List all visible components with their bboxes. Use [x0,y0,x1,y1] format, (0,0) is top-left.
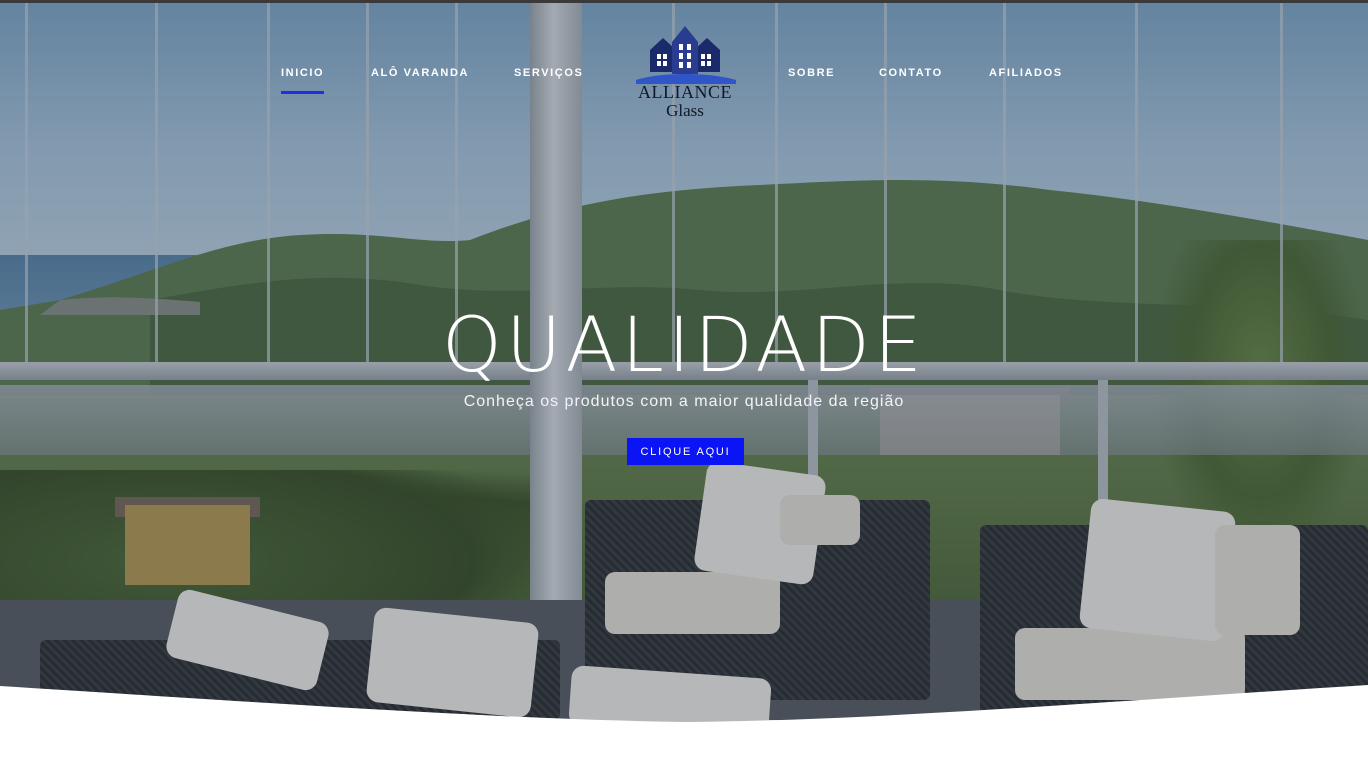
nav-alo-varanda[interactable]: ALÔ VARANDA [371,67,469,79]
logo-subtitle: Glass [666,101,704,120]
cta-button[interactable]: CLIQUE AQUI [627,438,744,465]
logo[interactable]: ALLIANCE Glass [630,22,740,122]
house-buildings-icon [636,26,736,84]
hero-title: QUALIDADE [442,300,926,389]
hero-subtitle: Conheça os produtos com a maior qualidad… [463,393,905,410]
nav-inicio[interactable]: INICIO [281,67,325,94]
nav-contato[interactable]: CONTATO [879,67,943,79]
nav-sobre[interactable]: SOBRE [788,67,835,79]
bottom-wave [0,685,1368,768]
logo-title: ALLIANCE [638,82,732,102]
nav-afiliados[interactable]: AFILIADOS [989,67,1063,79]
nav-servicos[interactable]: SERVIÇOS [514,67,583,79]
